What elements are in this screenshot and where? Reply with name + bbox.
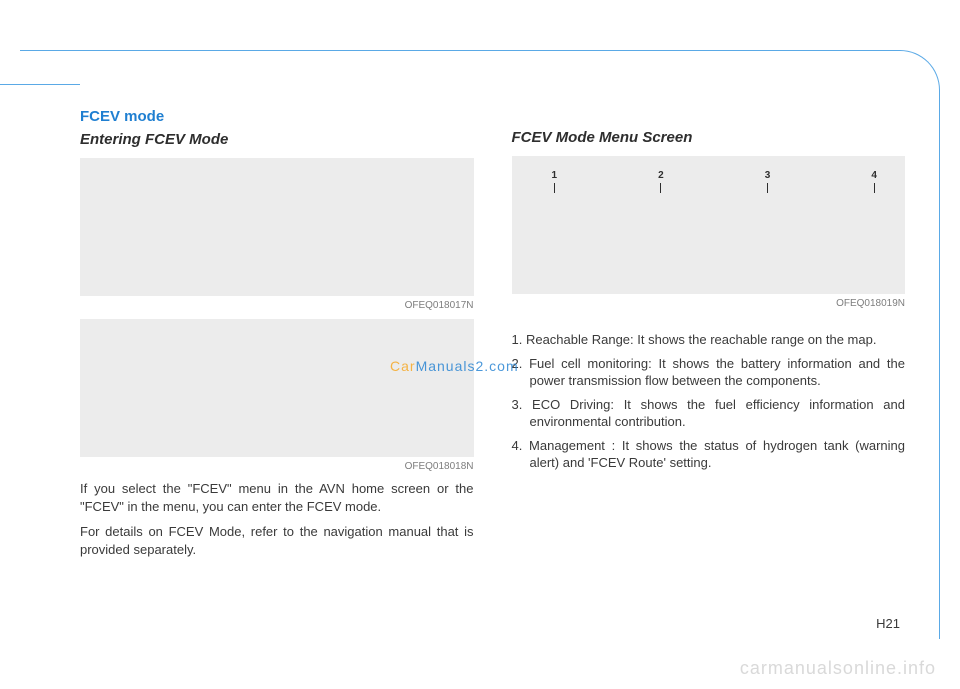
marker-tick xyxy=(767,183,768,193)
marker-tick xyxy=(660,183,661,193)
marker-tick xyxy=(874,183,875,193)
list-item: 2. Fuel cell monitoring: It shows the ba… xyxy=(512,355,906,390)
marker-1-label: 1 xyxy=(552,170,558,181)
figure-3-markers: 1 2 3 4 xyxy=(552,170,878,193)
figure-3: 1 2 3 4 xyxy=(512,156,906,294)
menu-description-list: 1. Reachable Range: It shows the reachab… xyxy=(512,331,906,478)
marker-4: 4 xyxy=(871,170,877,193)
list-item: 4. Management : It shows the status of h… xyxy=(512,437,906,472)
section-title: FCEV mode xyxy=(80,108,474,125)
marker-1: 1 xyxy=(552,170,558,193)
right-column: FCEV Mode Menu Screen 1 2 3 4 OFEQ018019… xyxy=(512,108,906,619)
figure-1-caption: OFEQ018017N xyxy=(80,300,474,311)
marker-2: 2 xyxy=(658,170,664,193)
marker-4-label: 4 xyxy=(871,170,877,181)
left-subtitle: Entering FCEV Mode xyxy=(80,131,474,148)
left-column: FCEV mode Entering FCEV Mode OFEQ018017N… xyxy=(80,108,474,619)
marker-3-label: 3 xyxy=(765,170,771,181)
figure-2 xyxy=(80,319,474,457)
top-rule xyxy=(0,84,80,85)
marker-3: 3 xyxy=(765,170,771,193)
figure-1 xyxy=(80,158,474,296)
marker-2-label: 2 xyxy=(658,170,664,181)
watermark-footer: carmanualsonline.info xyxy=(740,658,936,679)
figure-3-caption: OFEQ018019N xyxy=(512,298,906,309)
manual-page: FCEV mode Entering FCEV Mode OFEQ018017N… xyxy=(0,0,960,689)
page-number: H21 xyxy=(876,616,900,631)
spacer xyxy=(512,108,906,129)
content-area: FCEV mode Entering FCEV Mode OFEQ018017N… xyxy=(80,108,905,619)
spacer xyxy=(512,317,906,331)
left-paragraph-2: For details on FCEV Mode, refer to the n… xyxy=(80,523,474,558)
marker-tick xyxy=(554,183,555,193)
list-item: 1. Reachable Range: It shows the reachab… xyxy=(512,331,906,349)
list-item: 3. ECO Driving: It shows the fuel effici… xyxy=(512,396,906,431)
right-subtitle: FCEV Mode Menu Screen xyxy=(512,129,906,146)
figure-2-caption: OFEQ018018N xyxy=(80,461,474,472)
left-paragraph-1: If you select the "FCEV" menu in the AVN… xyxy=(80,480,474,515)
